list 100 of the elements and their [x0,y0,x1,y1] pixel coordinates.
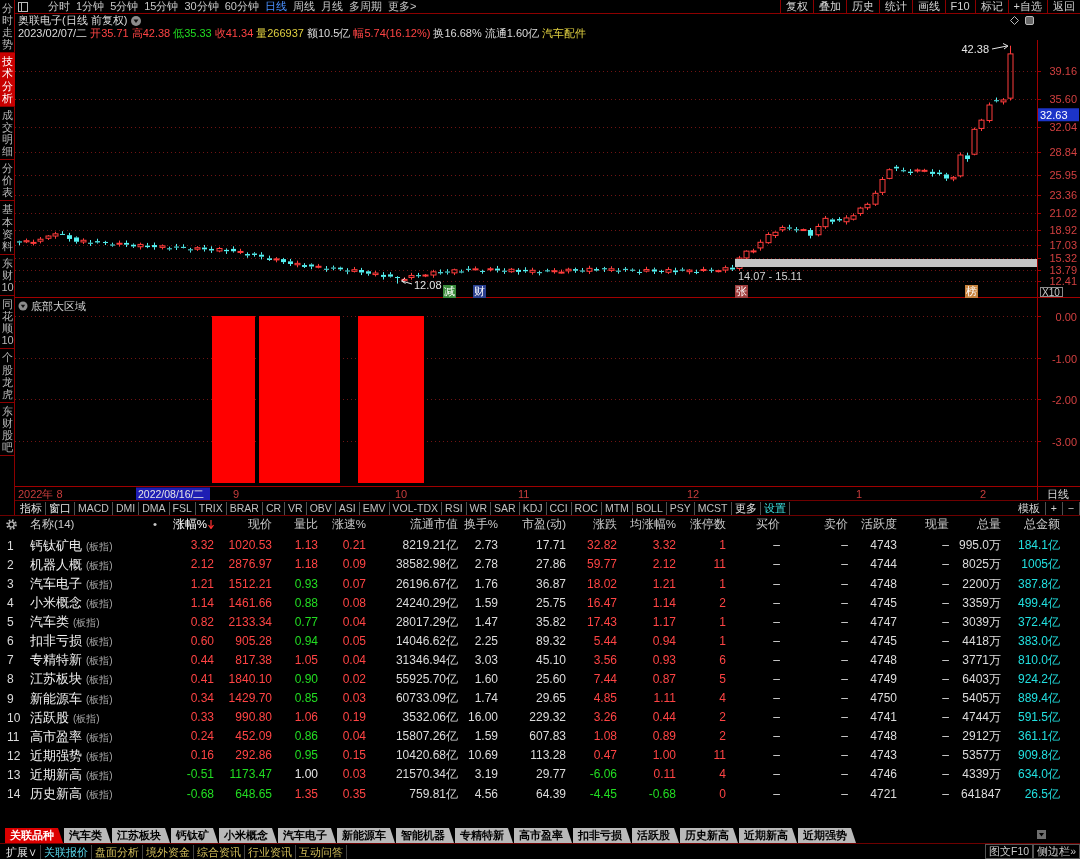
period-tab[interactable]: 60分钟 [221,0,262,14]
panel-button[interactable]: + [1045,501,1063,515]
indicator-tab[interactable]: SAR [491,501,520,515]
column-header[interactable]: 现价 [248,517,272,532]
indicator-tab[interactable]: CCI [546,501,572,515]
indicator-tab[interactable]: DMI [112,501,140,515]
status-button[interactable]: 侧边栏» [1033,844,1080,859]
sector-name[interactable]: 钙钛矿电 [30,537,82,553]
indicator-tab[interactable]: VR [285,501,307,515]
expand-toggle[interactable]: 扩展∨ [3,844,41,859]
sidebar-tab[interactable]: 同花顺10 [0,296,15,350]
category-tab[interactable]: 江苏板块 [112,828,170,843]
indicator-tab[interactable]: DMA [139,501,170,515]
sector-name[interactable]: 汽车类 [30,614,69,630]
column-header[interactable]: 活跃度 [861,517,897,532]
indicator-tab[interactable]: FSL [169,501,196,515]
column-header[interactable]: 涨幅% [172,517,214,532]
period-tab[interactable]: 周线 [290,0,318,14]
period-tab[interactable]: 多周期 [346,0,385,14]
dropdown-icon[interactable] [131,15,142,26]
sector-name[interactable]: 汽车电子 [30,575,82,591]
settings-icon[interactable] [6,519,17,530]
column-header[interactable]: 涨停数 [690,517,726,532]
column-header[interactable]: 量比 [294,517,318,532]
period-tab[interactable]: 1分钟 [73,0,108,14]
indicator-tab[interactable]: 指标 [17,501,46,515]
sector-name[interactable]: 专精特新 [30,652,82,668]
sector-name[interactable]: 历史新高 [30,785,82,801]
indicator-tab[interactable]: MACD [75,501,113,515]
category-tab[interactable]: 智能机器 [396,828,454,843]
sector-name[interactable]: 活跃股 [30,709,69,725]
indicator-tab[interactable]: WR [466,501,492,515]
category-tab[interactable]: 高市盈率 [514,828,572,843]
status-tab[interactable]: 境外资金 [143,844,194,859]
column-header[interactable]: 涨跌 [593,517,617,532]
indicator-tab[interactable]: VOL-TDX [389,501,443,515]
category-tab[interactable]: 历史新高 [680,828,738,843]
toolbar-button[interactable]: 返回 [1047,0,1080,13]
diamond-icon[interactable] [1010,16,1019,25]
toolbar-button[interactable]: 叠加 [812,0,846,13]
indicator-tab[interactable]: KDJ [519,501,547,515]
column-header[interactable]: 涨速% [331,517,366,532]
period-tab[interactable]: 日线 [262,0,290,14]
column-header[interactable]: 均涨幅% [629,517,676,532]
period-tab[interactable]: 更多> [385,0,420,14]
toolbar-button[interactable]: 历史 [845,0,879,13]
period-tab[interactable]: 月线 [318,0,346,14]
toolbar-button[interactable]: 画线 [911,0,945,13]
sector-name[interactable]: 新能源车 [30,690,82,706]
sector-name[interactable]: 近期新高 [30,766,82,782]
sector-name[interactable]: 扣非亏损 [30,633,82,649]
toolbar-button[interactable]: 复权 [779,0,813,13]
sector-name[interactable]: 江苏板块 [30,671,82,687]
category-tab[interactable]: 汽车类 [64,828,111,843]
sidebar-tab[interactable]: 基本资料 [0,201,15,255]
column-header[interactable]: 现量 [925,517,949,532]
indicator-tab[interactable]: ROC [571,501,602,515]
period-tab[interactable]: 15分钟 [141,0,182,14]
category-tab[interactable]: 钙钛矿 [171,828,218,843]
panel-button[interactable]: − [1062,501,1080,515]
toolbar-button[interactable]: F10 [944,0,975,13]
status-tab[interactable]: 综合资讯 [194,844,245,859]
category-tab[interactable]: 关联品种 [5,828,63,843]
sector-name[interactable]: 小米概念 [30,595,82,611]
indicator-tab[interactable]: EMV [359,501,390,515]
indicator-tab[interactable]: ASI [335,501,360,515]
status-tab[interactable]: 互动问答 [296,844,347,859]
indicator-tab[interactable]: 窗口 [46,501,75,515]
category-tab[interactable]: 扣非亏损 [573,828,631,843]
category-tab[interactable]: 活跃股 [632,828,679,843]
category-tab[interactable]: 近期强势 [798,828,856,843]
category-tab[interactable]: 专精特新 [455,828,513,843]
sidebar-tab[interactable]: 技术分析 [0,53,15,107]
category-tab[interactable]: 近期新高 [739,828,797,843]
toolbar-button[interactable]: 标记 [974,0,1008,13]
period-tab[interactable]: 30分钟 [181,0,222,14]
sidebar-tab[interactable]: 东财10 [0,254,15,297]
column-header[interactable]: 市盈(动) [522,517,566,532]
indicator-tab[interactable]: 更多 [731,501,761,515]
indicator-tab[interactable]: BRAR [226,501,263,515]
panel-button[interactable]: 模板 [1012,501,1046,515]
indicator-tab[interactable]: 设置 [760,501,790,515]
column-header[interactable]: 名称(14) [30,517,75,532]
toolbar-button[interactable]: +自选 [1007,0,1047,13]
column-header[interactable]: 流通市值 [410,517,458,532]
sector-name[interactable]: 高市盈率 [30,728,82,744]
indicator-tab[interactable]: MCST [694,501,732,515]
sidebar-tab[interactable]: 个股龙虎 [0,349,15,403]
column-header[interactable]: 总量 [977,517,1001,532]
indicator-tab[interactable]: OBV [306,501,336,515]
indicator-tab[interactable]: MTM [601,501,633,515]
period-tab[interactable]: 5分钟 [107,0,142,14]
panel-icon[interactable] [18,1,28,12]
indicator-tab[interactable]: PSY [666,501,695,515]
status-tab[interactable]: 关联报价 [41,844,92,859]
toolbar-button[interactable]: 统计 [878,0,912,13]
category-tab[interactable]: 汽车电子 [278,828,336,843]
sidebar-tab[interactable]: 分价表 [0,160,15,202]
status-tab[interactable]: 行业资讯 [245,844,296,859]
category-tab[interactable]: 新能源车 [337,828,395,843]
